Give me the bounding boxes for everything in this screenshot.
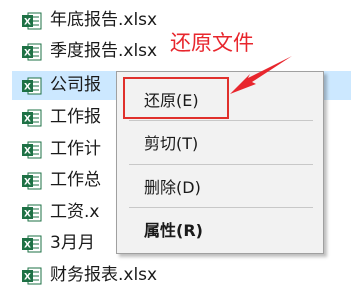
- svg-text:X: X: [24, 273, 31, 283]
- menu-item-properties[interactable]: 属性(R): [144, 221, 203, 241]
- file-name: 工作报: [50, 107, 101, 127]
- file-name: 年底报告.xlsx: [50, 10, 158, 30]
- svg-text:X: X: [24, 147, 31, 157]
- excel-file-icon: X: [22, 141, 42, 159]
- excel-file-icon: X: [22, 172, 42, 190]
- file-name: 3月月: [50, 233, 95, 253]
- file-name: 季度报告.xlsx: [50, 41, 158, 61]
- file-item[interactable]: X 财务报表.xlsx: [12, 261, 351, 290]
- svg-text:X: X: [24, 210, 31, 220]
- file-name: 工资.x: [50, 202, 100, 222]
- annotation-highlight-box: [123, 77, 229, 119]
- excel-file-icon: X: [22, 43, 42, 61]
- menu-separator: [129, 207, 313, 208]
- file-name: 公司报: [50, 75, 101, 95]
- menu-separator: [129, 120, 313, 121]
- excel-file-icon: X: [22, 77, 42, 95]
- annotation-arrow-icon: [230, 56, 292, 94]
- file-name: 工作计: [50, 139, 101, 159]
- file-name: 财务报表.xlsx: [50, 265, 158, 285]
- svg-text:X: X: [24, 178, 31, 188]
- svg-text:X: X: [24, 49, 31, 59]
- excel-file-icon: X: [22, 109, 42, 127]
- excel-file-icon: X: [22, 12, 42, 30]
- svg-text:X: X: [24, 241, 31, 251]
- excel-file-icon: X: [22, 204, 42, 222]
- file-name: 工作总: [50, 170, 101, 190]
- menu-item-cut[interactable]: 剪切(T): [144, 134, 198, 154]
- svg-text:X: X: [24, 115, 31, 125]
- excel-file-icon: X: [22, 235, 42, 253]
- menu-separator: [129, 164, 313, 165]
- svg-text:X: X: [24, 18, 31, 28]
- excel-file-icon: X: [22, 267, 42, 285]
- menu-item-delete[interactable]: 删除(D): [144, 178, 201, 198]
- svg-text:X: X: [24, 83, 31, 93]
